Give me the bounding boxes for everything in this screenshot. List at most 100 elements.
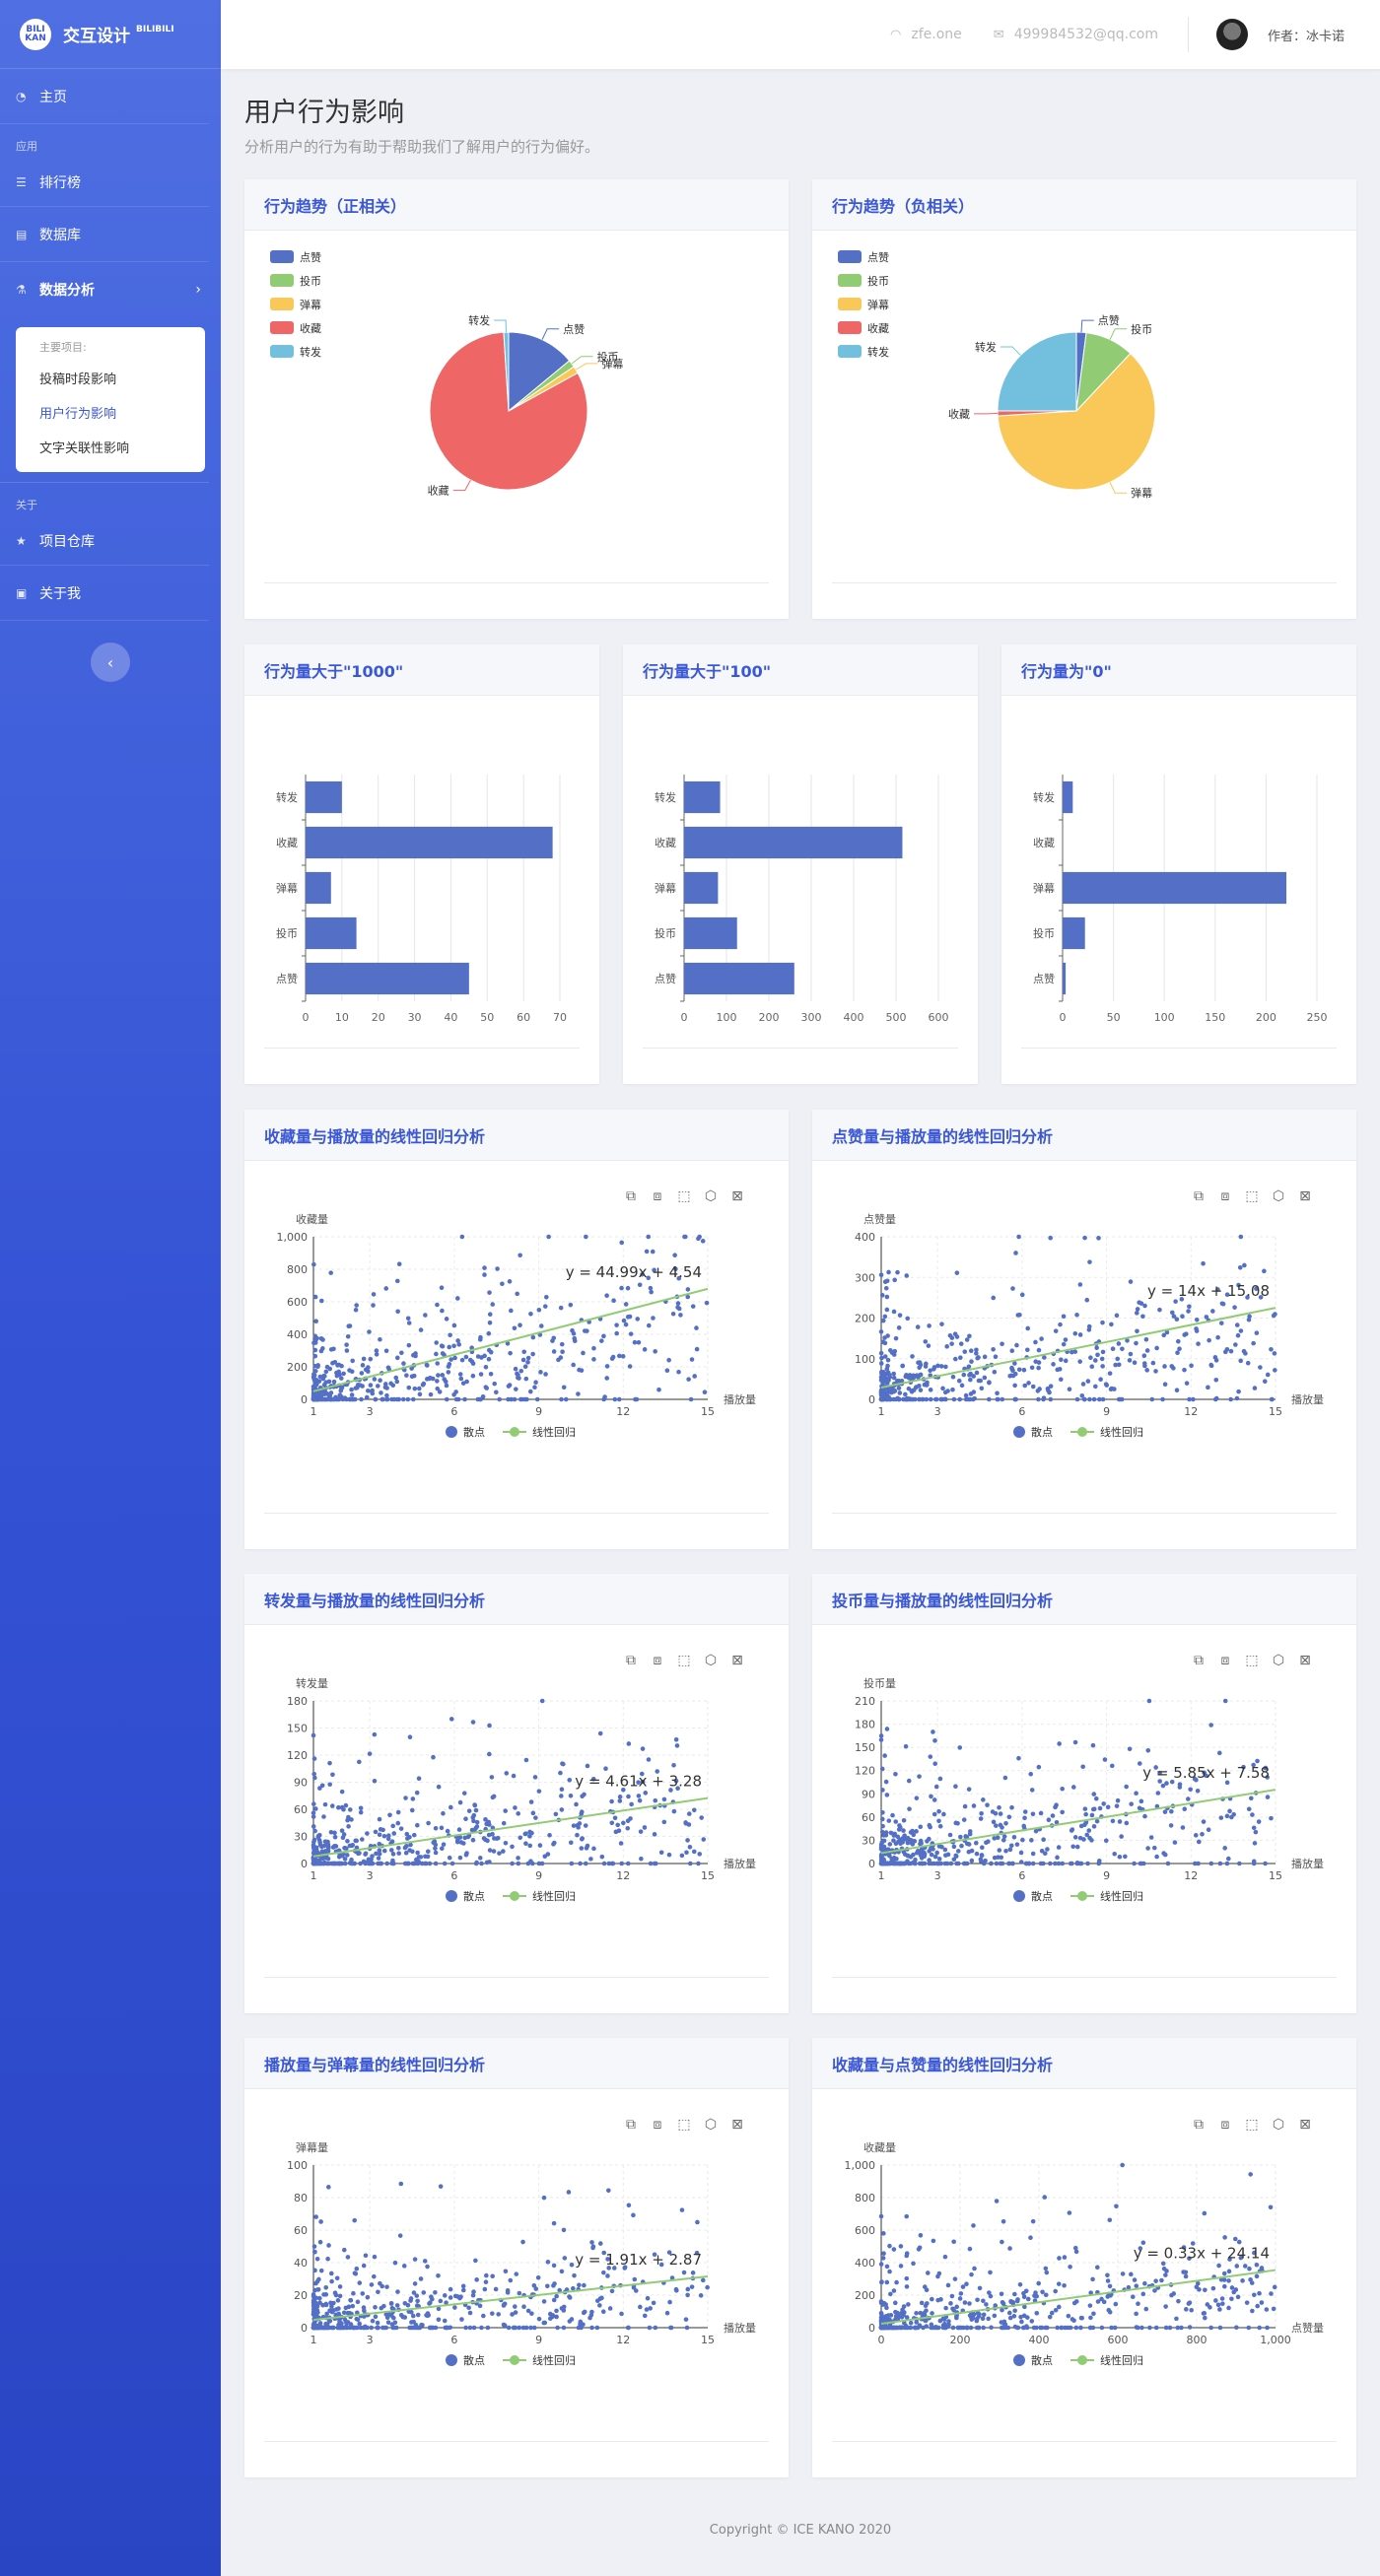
submenu-item-behavior[interactable]: 用户行为影响 — [16, 395, 205, 430]
lasso-icon[interactable]: ⬡ — [705, 2117, 717, 2133]
scatter-point — [1025, 1325, 1030, 1331]
lasso-icon[interactable]: ⬡ — [705, 1653, 717, 1668]
scatter-point — [345, 1838, 350, 1844]
scatter-point — [528, 1312, 533, 1317]
site-link[interactable]: ◠ zfe.one — [890, 27, 962, 42]
zoom-icon[interactable]: ⧉ — [626, 2117, 636, 2133]
scatter-point — [612, 1815, 618, 1821]
scatter-point — [527, 1834, 532, 1839]
scatter-point — [928, 1388, 933, 1392]
scatter-point — [1006, 1814, 1012, 1820]
scatter-point — [578, 2319, 584, 2325]
sidebar-item-home[interactable]: ◔ 主页 — [0, 69, 209, 124]
card-pie-positive: 行为趋势（正相关） 点赞 投币 弹幕 收藏 转发 点赞 投币 弹幕 收藏 转发 — [244, 179, 789, 619]
zoom-reset-icon[interactable]: ⧈ — [654, 1188, 662, 1204]
submenu-item-time[interactable]: 投稿时段影响 — [16, 361, 205, 395]
scatter-point — [1010, 2299, 1016, 2305]
sidebar-item-database[interactable]: ▤ 数据库 — [0, 207, 209, 262]
scatter-point — [1085, 1379, 1091, 1384]
scatter-point — [1112, 1851, 1117, 1857]
rect-select-icon[interactable]: ⬚ — [1245, 1653, 1258, 1668]
x-tick-label: 10 — [335, 1011, 349, 1024]
zoom-icon[interactable]: ⧉ — [1194, 1188, 1204, 1204]
scatter-point — [993, 1354, 999, 1360]
scatter-point — [579, 1836, 585, 1842]
sidebar-item-about[interactable]: ▣ 关于我 — [0, 566, 209, 621]
scatter-point — [473, 1807, 479, 1813]
zoom-icon[interactable]: ⧉ — [626, 1188, 636, 1204]
scatter-point — [1070, 1349, 1074, 1355]
rect-select-icon[interactable]: ⬚ — [1245, 1188, 1258, 1204]
scatter-point — [332, 1834, 338, 1840]
clear-select-icon[interactable]: ⊠ — [1299, 1653, 1311, 1668]
scatter-point — [976, 2325, 982, 2331]
scatter-point — [1061, 1341, 1067, 1347]
y-axis-name: 转发量 — [296, 1676, 328, 1690]
lasso-icon[interactable]: ⬡ — [1273, 1188, 1284, 1204]
clear-select-icon[interactable]: ⊠ — [731, 1188, 743, 1204]
zoom-reset-icon[interactable]: ⧈ — [1221, 1188, 1230, 1204]
scatter-point — [1153, 1369, 1158, 1374]
scatter-point — [345, 1817, 350, 1823]
sidebar-item-rank[interactable]: ☰ 排行榜 — [0, 158, 209, 207]
scatter-point — [1021, 1823, 1027, 1829]
zoom-reset-icon[interactable]: ⧈ — [654, 2117, 662, 2133]
submenu-item-text[interactable]: 文字关联性影响 — [16, 430, 205, 464]
scatter-point — [425, 1377, 430, 1382]
scatter-point — [1249, 1796, 1254, 1801]
scatter-point — [951, 2239, 956, 2245]
scatter-point — [371, 2273, 377, 2279]
scatter-point — [1194, 1328, 1200, 1333]
scatter-point — [507, 1383, 513, 1388]
scatter-point — [964, 1861, 970, 1866]
scatter-point — [393, 1375, 399, 1381]
sidebar-item-repo[interactable]: ★ 项目仓库 — [0, 516, 209, 566]
scatter-point — [947, 1332, 953, 1338]
zoom-icon[interactable]: ⧉ — [1194, 2117, 1204, 2133]
scatter-point — [311, 1771, 316, 1777]
clear-select-icon[interactable]: ⊠ — [731, 2117, 743, 2133]
scatter-point — [1176, 2298, 1181, 2304]
sidebar-collapse-button[interactable]: ‹ — [91, 643, 130, 682]
lasso-icon[interactable]: ⬡ — [1273, 1653, 1284, 1668]
zoom-reset-icon[interactable]: ⧈ — [654, 1653, 662, 1668]
scatter-point — [626, 2203, 632, 2208]
clear-select-icon[interactable]: ⊠ — [731, 1653, 743, 1668]
brand[interactable]: BILI KAN 交互设计 BILIBILI — [0, 0, 221, 69]
scatter-point — [1030, 2218, 1036, 2224]
clear-select-icon[interactable]: ⊠ — [1299, 1188, 1311, 1204]
rect-select-icon[interactable]: ⬚ — [1245, 2117, 1258, 2133]
rect-select-icon[interactable]: ⬚ — [677, 2117, 690, 2133]
zoom-icon[interactable]: ⧉ — [1194, 1653, 1204, 1668]
scatter-point — [1048, 1861, 1053, 1866]
scatter-point — [966, 1849, 972, 1855]
scatter-point — [417, 1386, 422, 1391]
scatter-point — [1036, 1347, 1042, 1353]
scatter-point — [589, 2240, 594, 2245]
scatter-point — [312, 1381, 318, 1387]
scatter-point — [1040, 2289, 1045, 2295]
scatter-point — [1087, 1259, 1092, 1264]
rect-select-icon[interactable]: ⬚ — [677, 1653, 690, 1668]
lasso-icon[interactable]: ⬡ — [705, 1188, 717, 1204]
clear-select-icon[interactable]: ⊠ — [1299, 2117, 1311, 2133]
zoom-reset-icon[interactable]: ⧈ — [1221, 1653, 1230, 1668]
legend-scatter-icon — [446, 1890, 457, 1902]
rect-select-icon[interactable]: ⬚ — [677, 1188, 690, 1204]
scatter-point — [442, 1377, 448, 1382]
zoom-reset-icon[interactable]: ⧈ — [1221, 2117, 1230, 2133]
scatter-point — [375, 1384, 380, 1389]
scatter-point — [490, 2273, 495, 2279]
lasso-icon[interactable]: ⬡ — [1273, 2117, 1284, 2133]
scatter-point — [1117, 1819, 1123, 1824]
sidebar-item-analysis[interactable]: ⚗ 数据分析 › — [0, 262, 209, 317]
scatter-point — [448, 1332, 452, 1338]
y-tick-label: 90 — [294, 1777, 308, 1790]
scatter-point — [924, 2308, 929, 2314]
email-link[interactable]: ✉ 499984532@qq.com — [994, 27, 1158, 42]
zoom-icon[interactable]: ⧉ — [626, 1653, 636, 1668]
scatter-point — [1072, 1835, 1078, 1840]
card-scatter-share-play: 转发量与播放量的线性回归分析 ⧉ ⧈ ⬚ ⬡ ⊠ 转发量 播放量 0 30 60 90 120 150 1… — [244, 1574, 789, 2013]
scatter-point — [1057, 1741, 1062, 1746]
avatar[interactable] — [1215, 19, 1248, 50]
